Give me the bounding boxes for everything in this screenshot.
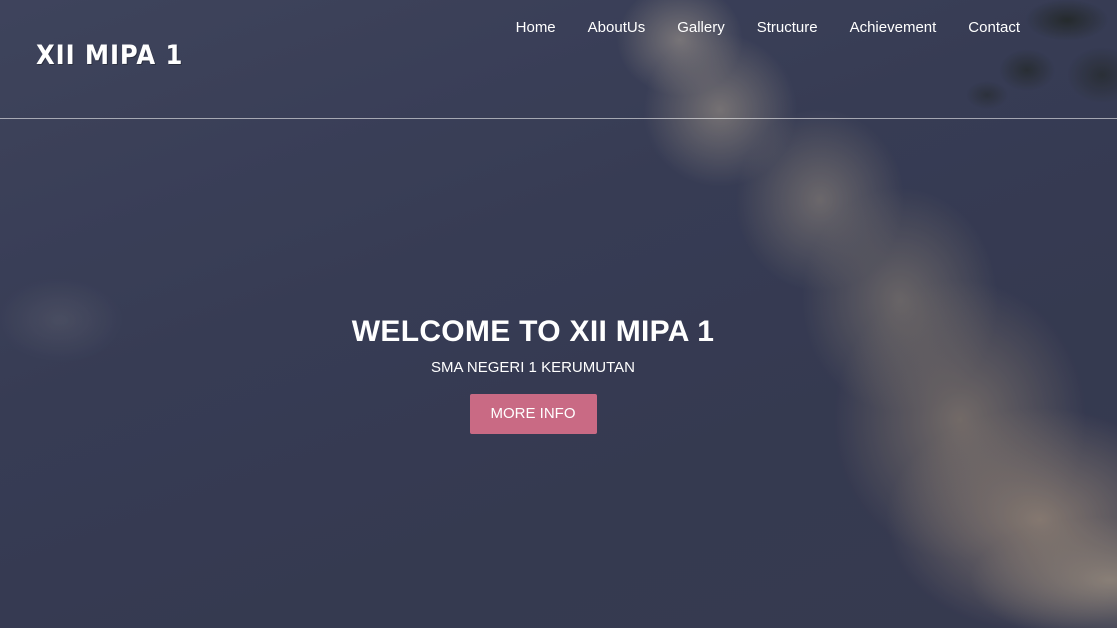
hero-section: WELCOME TO XII MIPA 1 SMA NEGERI 1 KERUM… <box>0 312 1066 434</box>
nav-item-achievement[interactable]: Achievement <box>850 18 937 38</box>
nav-item-aboutus[interactable]: AboutUs <box>588 18 646 38</box>
nav-item-gallery[interactable]: Gallery <box>677 18 725 38</box>
main-nav: Home AboutUs Gallery Structure Achieveme… <box>516 18 1020 38</box>
page: XII MIPA 1 Home AboutUs Gallery Structur… <box>0 0 1117 628</box>
more-info-button[interactable]: MORE INFO <box>469 394 597 434</box>
hero-subtitle: SMA NEGERI 1 KERUMUTAN <box>431 359 635 376</box>
nav-item-contact[interactable]: Contact <box>968 18 1020 38</box>
site-header: XII MIPA 1 Home AboutUs Gallery Structur… <box>0 0 1117 119</box>
site-logo[interactable]: XII MIPA 1 <box>36 40 183 71</box>
nav-item-structure[interactable]: Structure <box>757 18 818 38</box>
hero-title: WELCOME TO XII MIPA 1 <box>351 315 715 348</box>
nav-item-home[interactable]: Home <box>516 18 556 38</box>
